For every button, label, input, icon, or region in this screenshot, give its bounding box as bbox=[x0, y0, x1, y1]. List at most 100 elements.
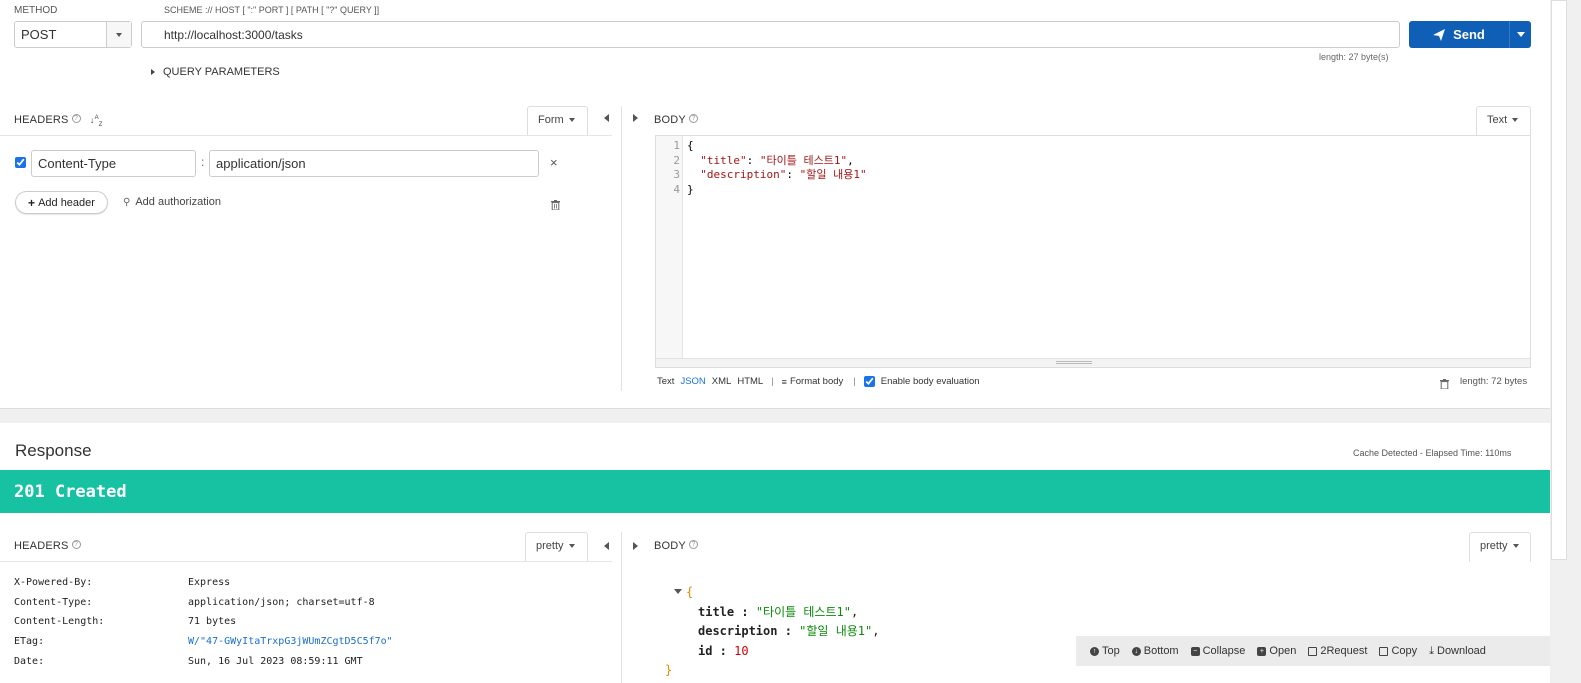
panel-splitter[interactable] bbox=[621, 532, 622, 683]
enable-eval-label: Enable body evaluation bbox=[880, 376, 980, 387]
resp-body-mode-select[interactable]: pretty bbox=[1469, 532, 1531, 562]
method-select[interactable]: POST bbox=[14, 21, 132, 48]
divider bbox=[0, 135, 612, 136]
req-headers-mode-value: Form bbox=[538, 114, 564, 126]
collapse-left-icon[interactable] bbox=[604, 542, 609, 550]
code-line: } bbox=[687, 182, 694, 196]
req-body-title-text: BODY bbox=[654, 114, 686, 126]
body-trash-icon[interactable] bbox=[1440, 376, 1449, 394]
scrollbar-thumb[interactable] bbox=[1551, 0, 1567, 560]
json-key: description bbox=[698, 624, 778, 638]
add-header-button[interactable]: + Add header bbox=[15, 191, 108, 214]
collapse-left-icon[interactable] bbox=[604, 114, 609, 122]
arrow-up-circle-icon: ↑ bbox=[1090, 646, 1099, 656]
download-icon: ⤓ bbox=[1429, 644, 1434, 657]
json-end: , bbox=[847, 153, 854, 167]
top-label: Top bbox=[1102, 645, 1120, 657]
top-button[interactable]: ↑ Top bbox=[1090, 645, 1120, 657]
send-button[interactable]: Send bbox=[1409, 21, 1531, 48]
header-name-value: Content-Type bbox=[38, 156, 117, 171]
resp-headers-title-text: HEADERS bbox=[14, 540, 69, 552]
expand-right-icon[interactable] bbox=[633, 114, 638, 122]
json-key: title bbox=[698, 604, 735, 619]
url-length: length: 27 byte(s) bbox=[1319, 52, 1389, 62]
format-body-label: Format body bbox=[789, 376, 844, 387]
add-authorization-link[interactable]: ⚲ Add authorization bbox=[123, 196, 221, 208]
query-params-toggle[interactable]: QUERY PARAMETERS bbox=[151, 66, 280, 78]
resp-header-value: application/json; charset=utf-8 bbox=[188, 597, 375, 608]
add-header-label: Add header bbox=[38, 196, 95, 209]
resp-header-key: X-Powered-By: bbox=[14, 577, 93, 588]
json-value: 10 bbox=[734, 643, 749, 658]
sort-alpha-icon[interactable]: ↓AZ bbox=[90, 115, 103, 128]
method-label: METHOD bbox=[14, 5, 58, 16]
req-headers-mode-select[interactable]: Form bbox=[527, 106, 588, 136]
help-icon[interactable]: ? bbox=[688, 540, 698, 549]
req-body-mode-value: Text bbox=[1487, 114, 1508, 126]
collapse-label: Collapse bbox=[1202, 645, 1246, 657]
url-input[interactable]: http://localhost:3000/tasks bbox=[141, 21, 1400, 48]
add-authorization-label: Add authorization bbox=[135, 196, 221, 208]
format-json[interactable]: JSON bbox=[680, 376, 705, 387]
to-request-button[interactable]: 2Request bbox=[1308, 645, 1367, 657]
send-button-main: Send bbox=[1409, 21, 1509, 48]
enable-eval-checkbox[interactable] bbox=[863, 376, 875, 387]
remove-header-icon[interactable]: × bbox=[550, 155, 558, 170]
body-format-bar: Text JSON XML HTML | ≡ Format body | Enab… bbox=[657, 376, 980, 387]
chevron-down-icon bbox=[1516, 32, 1525, 37]
json-brace: } bbox=[665, 663, 673, 677]
open-label: Open bbox=[1269, 645, 1297, 657]
page-scrollbar[interactable] bbox=[1550, 0, 1581, 683]
resize-handle[interactable] bbox=[656, 358, 1530, 367]
json-key: "title" bbox=[700, 153, 747, 167]
code-content: { "title": "타이틀 테스트1", "description": "할… bbox=[687, 139, 867, 197]
req-body-mode-select[interactable]: Text bbox=[1476, 106, 1531, 136]
chevron-down-icon bbox=[568, 544, 575, 549]
plus-icon: + bbox=[28, 195, 36, 210]
cache-info: Cache Detected - Elapsed Time: 110ms bbox=[1353, 448, 1512, 458]
status-text: 201 Created bbox=[14, 482, 127, 502]
body-editor[interactable]: 1 2 3 4 { "title": "타이틀 테스트1", "descript… bbox=[655, 135, 1531, 368]
json-brace: { bbox=[686, 585, 694, 599]
copy-label: Copy bbox=[1391, 645, 1418, 657]
minus-square-icon: − bbox=[1190, 646, 1200, 656]
help-icon[interactable]: ? bbox=[688, 114, 698, 123]
bottom-button[interactable]: ↓ Bottom bbox=[1131, 645, 1179, 657]
format-text[interactable]: Text bbox=[657, 376, 674, 387]
line-number: 4 bbox=[673, 182, 680, 196]
header-value-input[interactable]: application/json bbox=[209, 150, 539, 177]
download-button[interactable]: ⤓ Download bbox=[1429, 645, 1486, 658]
send-options-button[interactable] bbox=[1509, 21, 1531, 48]
response-toolbar: ↑ Top ↓ Bottom − Collapse + Open 2Request Co… bbox=[1076, 636, 1556, 666]
body-length: length: 72 bytes bbox=[1460, 376, 1528, 387]
format-xml[interactable]: XML bbox=[712, 376, 732, 387]
resp-headers-mode-select[interactable]: pretty bbox=[525, 532, 588, 562]
resp-header-value: Express bbox=[188, 577, 231, 588]
json-sep: : bbox=[786, 168, 800, 181]
help-icon[interactable]: ? bbox=[71, 540, 81, 549]
copy-icon bbox=[1379, 646, 1389, 656]
paper-plane-icon bbox=[1433, 28, 1446, 41]
header-enabled-checkbox[interactable] bbox=[15, 157, 26, 168]
help-icon[interactable]: ? bbox=[71, 114, 81, 123]
resp-header-value-link[interactable]: W/"47-GWyItaTrxpG3jWUmZCgtD5C5f7o" bbox=[188, 636, 393, 647]
open-button[interactable]: + Open bbox=[1257, 645, 1296, 657]
status-bar: 201 Created bbox=[0, 470, 1550, 513]
copy-button[interactable]: Copy bbox=[1379, 645, 1417, 657]
header-name-input[interactable]: Content-Type bbox=[31, 150, 196, 177]
panel-splitter[interactable] bbox=[621, 106, 622, 391]
trash-icon[interactable] bbox=[551, 197, 560, 211]
format-html[interactable]: HTML bbox=[737, 376, 763, 387]
json-field: title : "타이틀 테스트1", bbox=[698, 604, 859, 619]
format-body-button[interactable]: ≡ Format body bbox=[782, 376, 844, 387]
send-label: Send bbox=[1453, 27, 1485, 42]
expand-right-icon[interactable] bbox=[633, 542, 638, 550]
separator: | bbox=[853, 376, 856, 387]
header-value-value: application/json bbox=[216, 156, 306, 171]
download-label: Download bbox=[1437, 645, 1486, 657]
collapse-button[interactable]: − Collapse bbox=[1190, 645, 1246, 657]
to-request-label: 2Request bbox=[1320, 645, 1368, 657]
json-value: "할일 내용1" bbox=[799, 168, 867, 181]
collapse-caret-icon[interactable] bbox=[674, 589, 682, 594]
files-icon bbox=[1308, 646, 1318, 656]
